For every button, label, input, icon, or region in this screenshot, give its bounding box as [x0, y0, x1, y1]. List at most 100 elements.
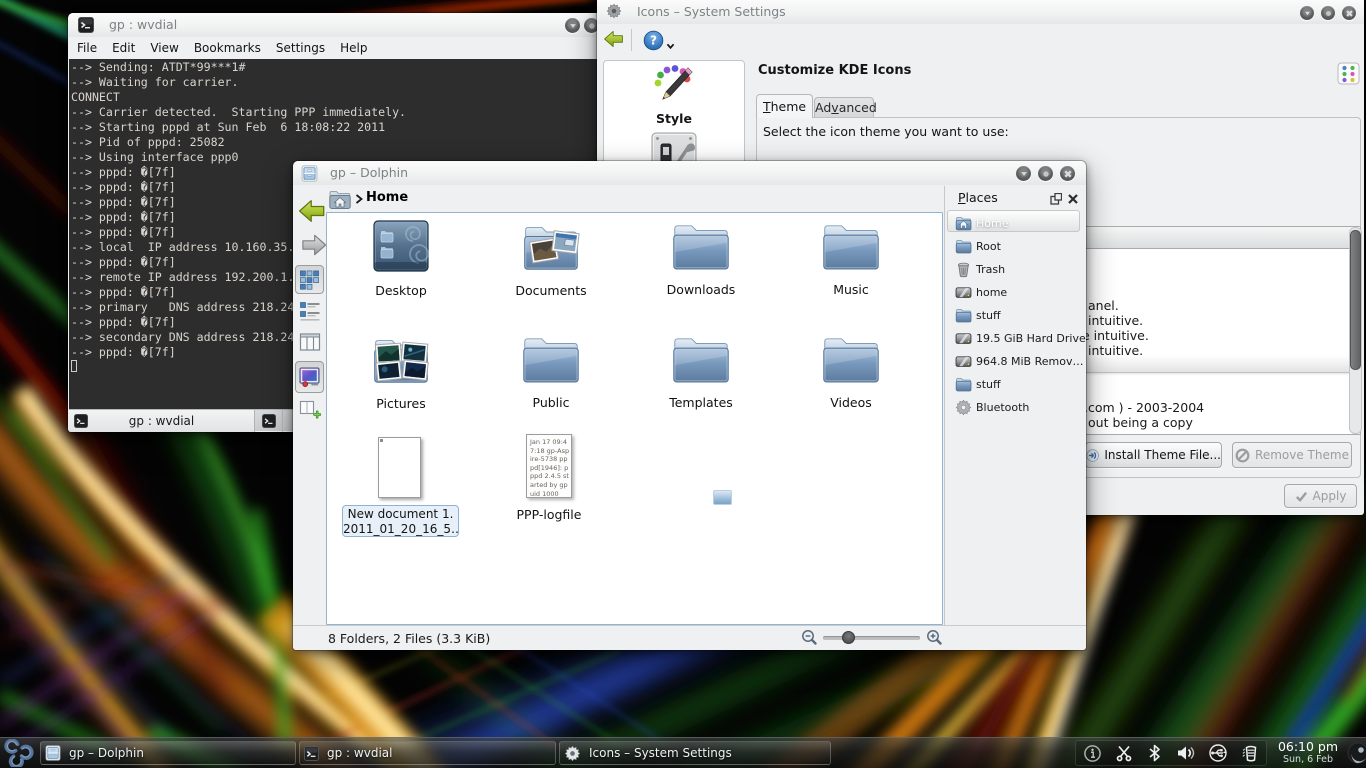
- help-dropdown-caret[interactable]: [666, 43, 675, 50]
- theme-row-fragment[interactable]: intuitive.: [1088, 313, 1143, 328]
- preview-button[interactable]: [295, 361, 324, 393]
- panel-cashew-icon[interactable]: [1346, 741, 1366, 766]
- place-item-bluetooth[interactable]: Bluetooth: [955, 396, 1029, 418]
- folder-item-music[interactable]: Music: [781, 220, 921, 297]
- theme-list-scrollbar[interactable]: [1349, 227, 1362, 434]
- dolphin-titlebar[interactable]: gp – Dolphin: [293, 161, 1086, 185]
- folder-item-desktop[interactable]: Desktop: [331, 220, 471, 298]
- split-view-icon[interactable]: [299, 398, 321, 420]
- sidebar-item-style[interactable]: Style: [604, 64, 744, 130]
- folder-label: Music: [781, 282, 921, 297]
- ss-titlebar[interactable]: Icons – System Settings: [597, 0, 1364, 24]
- clock[interactable]: 06:10 pm Sun, 6 Feb: [1272, 740, 1344, 766]
- klipper-icon[interactable]: [1115, 744, 1133, 762]
- menu-help[interactable]: Help: [333, 39, 374, 57]
- remove-theme-button[interactable]: Remove Theme: [1232, 442, 1352, 468]
- places-divider[interactable]: [944, 186, 945, 625]
- file-label[interactable]: PPP-logfile: [492, 507, 606, 522]
- konsole-tab[interactable]: gp : wvdial: [69, 410, 255, 432]
- place-item-stuff[interactable]: stuff: [955, 304, 1001, 326]
- menu-view[interactable]: View: [143, 39, 185, 57]
- forward-icon[interactable]: [297, 232, 329, 258]
- bluetooth-icon[interactable]: [1146, 744, 1163, 762]
- close-panel-icon[interactable]: [1067, 193, 1079, 205]
- ss-heading: Customize KDE Icons: [758, 63, 911, 78]
- minimize-button[interactable]: [1300, 6, 1314, 20]
- notifications-icon[interactable]: [1083, 744, 1102, 763]
- maximize-glyph-icon: [1324, 9, 1333, 18]
- icons-module-icon: [1337, 62, 1360, 85]
- icons-view-button[interactable]: [295, 265, 324, 294]
- folder-item-templates[interactable]: Templates: [631, 333, 771, 410]
- taskbar-item-dolphin[interactable]: gp – Dolphin: [40, 741, 296, 765]
- zoom-slider-track[interactable]: [823, 636, 920, 640]
- folder-item-public[interactable]: Public: [481, 333, 621, 410]
- maximize-button[interactable]: [1321, 6, 1335, 20]
- place-item-root[interactable]: Root: [955, 235, 1001, 257]
- konsole-icon: [78, 17, 94, 33]
- kde-launcher-icon[interactable]: [3, 739, 35, 767]
- folder-item-pictures[interactable]: Pictures: [331, 333, 471, 411]
- install-theme-button[interactable]: Install Theme File...: [1085, 442, 1222, 468]
- zoom-in-icon[interactable]: [926, 629, 943, 646]
- menu-edit[interactable]: Edit: [105, 39, 142, 57]
- dolphin-icon: [301, 165, 318, 182]
- maximize-glyph-icon: [1041, 169, 1051, 179]
- folder-item-documents[interactable]: Documents: [481, 220, 621, 298]
- place-item-removable[interactable]: 964.8 MiB Remov…: [955, 350, 1083, 372]
- minimize-button[interactable]: [1016, 166, 1031, 181]
- pictures-folder-icon: [372, 333, 430, 385]
- tab-theme[interactable]: Theme: [756, 94, 813, 118]
- zoom-out-icon[interactable]: [801, 629, 818, 646]
- device-notifier-icon[interactable]: [1208, 744, 1228, 762]
- battery-monitor-icon[interactable]: [1241, 744, 1259, 763]
- taskbar-item-konsole[interactable]: gp : wvdial: [299, 741, 556, 765]
- menu-bookmarks[interactable]: Bookmarks: [187, 39, 268, 57]
- details-view-icon[interactable]: [299, 300, 321, 322]
- new-tab-button[interactable]: [255, 410, 283, 432]
- tab-advanced[interactable]: Advanced: [814, 97, 874, 118]
- theme-row-fragment[interactable]: anel.: [1088, 298, 1119, 313]
- folder-item-videos[interactable]: Videos: [781, 333, 921, 410]
- install-icon: [1086, 448, 1099, 463]
- back-icon[interactable]: [602, 28, 627, 50]
- file-preview-text: Jan 17 09:4 7:18 gp-Asp ire-5738 pp pd[1…: [530, 438, 571, 498]
- ss-title: Icons – System Settings: [637, 4, 786, 19]
- taskbar-item-system-settings[interactable]: Icons – System Settings: [559, 741, 831, 765]
- task-label: gp – Dolphin: [69, 746, 144, 760]
- close-button[interactable]: [1060, 166, 1075, 181]
- breadcrumb-home[interactable]: Home: [366, 190, 408, 205]
- breadcrumb-home-icon[interactable]: [328, 188, 352, 212]
- apply-button[interactable]: Apply: [1284, 484, 1357, 508]
- folder-label: Videos: [781, 395, 921, 410]
- breadcrumb-arrow-icon: [355, 194, 363, 204]
- file-item-new-document[interactable]: [378, 437, 421, 498]
- place-item-home[interactable]: Home: [955, 212, 1008, 234]
- place-item-trash[interactable]: Trash: [955, 258, 1005, 280]
- file-label-selected[interactable]: New document 1.2011_01_20_16_5…: [342, 505, 459, 537]
- place-item-hard-drive[interactable]: 19.5 GiB Hard Drive: [955, 327, 1086, 349]
- zoom-slider-handle[interactable]: [842, 631, 855, 644]
- bluetooth-gear-icon: [955, 399, 972, 416]
- back-icon[interactable]: [296, 197, 330, 225]
- folder-item-downloads[interactable]: Downloads: [631, 220, 771, 297]
- float-panel-icon[interactable]: [1050, 193, 1062, 205]
- folder-label: Downloads: [631, 282, 771, 297]
- help-icon[interactable]: ?: [643, 30, 664, 51]
- minimize-button[interactable]: [565, 18, 580, 33]
- file-item-ppp-logfile[interactable]: Jan 17 09:4 7:18 gp-Asp ire-5738 pp pd[1…: [526, 434, 572, 498]
- columns-view-icon[interactable]: [299, 331, 321, 353]
- scrollbar-thumb[interactable]: [1350, 230, 1361, 370]
- folder-label: Pictures: [331, 396, 471, 411]
- removable-drive-icon: [955, 353, 972, 370]
- close-button[interactable]: [1342, 6, 1356, 20]
- konsole-titlebar[interactable]: gp : wvdial: [68, 13, 611, 37]
- maximize-button[interactable]: [1038, 166, 1053, 181]
- place-item-stuff2[interactable]: stuff: [955, 373, 1001, 395]
- menu-settings[interactable]: Settings: [269, 39, 332, 57]
- maximize-glyph-icon: [587, 21, 597, 31]
- theme-row-fragment[interactable]: e intuitive.: [1082, 328, 1149, 343]
- volume-icon[interactable]: [1176, 744, 1195, 762]
- place-item-home-partition[interactable]: home: [955, 281, 1007, 303]
- menu-file[interactable]: File: [70, 39, 104, 57]
